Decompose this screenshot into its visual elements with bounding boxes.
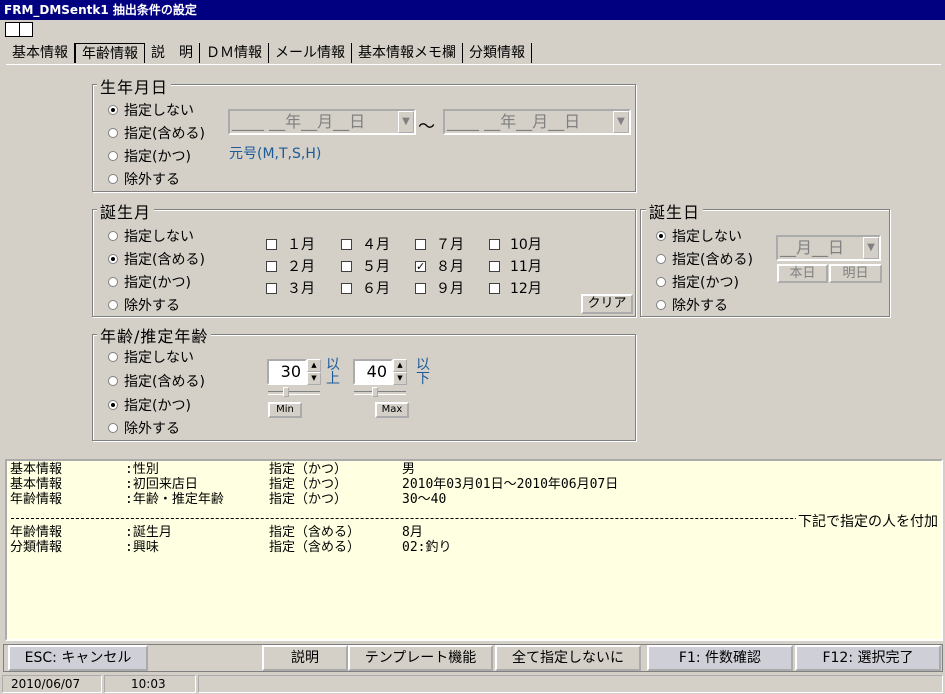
window-title: FRM_DMSentk1 抽出条件の設定 [0,0,945,20]
max-button[interactable]: Max [375,402,409,418]
era-hint: 元号(M,T,S,H) [229,146,322,162]
check-icon: ✓ [415,259,426,273]
summary-row: 分類情報:興味 指定（含める） 02:釣り [10,540,452,555]
tab-panel-border [6,64,941,65]
birthdate-from-combo[interactable]: ____ __年__月__日 ▼ [228,109,416,135]
birthday-radio-and[interactable]: 指定(かつ) [656,272,739,292]
month-checkbox-6[interactable]: ６月 [341,278,390,298]
spin-up-icon[interactable]: ▲ [393,359,407,372]
tomorrow-button[interactable]: 明日 [829,264,882,283]
age-legend: 年齢/推定年齢 [97,323,212,347]
age-max-input[interactable]: 40 [353,359,393,385]
birthdate-radio-include[interactable]: 指定(含める) [108,123,205,143]
today-button[interactable]: 本日 [777,264,828,283]
age-max-slider-thumb[interactable] [372,387,378,397]
status-time: 10:03 [104,675,196,693]
birthdate-radio-exclude[interactable]: 除外する [108,169,180,189]
book-icon[interactable] [5,22,33,37]
min-suffix-1: 以 [326,357,340,373]
birthdate-radio-and[interactable]: 指定(かつ) [108,146,191,166]
birthmonth-radio-exclude[interactable]: 除外する [108,295,180,315]
birthdate-radio-none[interactable]: 指定しない [108,100,194,120]
f12-complete-button[interactable]: F12: 選択完了 [795,645,941,671]
tab-bar: 基本情報 年齢情報 説 明 ＤＭ情報 メール情報 基本情報メモ欄 分類情報 [6,43,532,65]
summary-row: 年齢情報:年齢・推定年齢 指定（かつ） 30～40 [10,492,447,507]
clear-button[interactable]: クリア [581,294,633,314]
summary-row: 年齢情報:誕生月 指定（含める） 8月 [10,525,423,540]
summary-row: 基本情報:初回来店日 指定（かつ） 2010年03月01日～2010年06月07日 [10,477,619,492]
age-min-input[interactable]: 30 [267,359,307,385]
chevron-down-icon: ▼ [613,111,629,133]
month-checkbox-11[interactable]: 11月 [489,256,542,276]
birthmonth-radio-and[interactable]: 指定(かつ) [108,272,191,292]
birthmonth-radio-include[interactable]: 指定(含める) [108,249,205,269]
set-all-none-button[interactable]: 全て指定しないに [495,645,641,671]
age-min-slider-thumb[interactable] [283,387,289,397]
month-checkbox-8[interactable]: ✓ ８月 [415,256,464,276]
tab-basic-memo[interactable]: 基本情報メモ欄 [352,43,463,63]
month-checkbox-1[interactable]: １月 [266,234,315,254]
summary-output[interactable]: 基本情報:性別 指定（かつ）男 基本情報:初回来店日 指定（かつ） 2010年03月0… [5,459,943,641]
month-checkbox-7[interactable]: ７月 [415,234,464,254]
birthdate-to-combo[interactable]: ____ __年__月__日 ▼ [443,109,631,135]
birthmonth-legend: 誕生月 [97,199,155,223]
esc-cancel-button[interactable]: ESC: キャンセル [8,645,148,671]
birthday-radio-include[interactable]: 指定(含める) [656,249,753,269]
spin-down-icon[interactable]: ▼ [307,372,321,385]
month-checkbox-2[interactable]: ２月 [266,256,315,276]
spin-up-icon[interactable]: ▲ [307,359,321,372]
month-checkbox-4[interactable]: ４月 [341,234,390,254]
template-button[interactable]: テンプレート機能 [348,645,493,671]
tab-dm-info[interactable]: ＤＭ情報 [200,43,269,63]
month-checkbox-3[interactable]: ３月 [266,278,315,298]
birthday-radio-exclude[interactable]: 除外する [656,295,728,315]
birthday-legend: 誕生日 [646,199,704,223]
status-panel [198,675,943,693]
max-suffix-1: 以 [416,357,430,373]
month-checkbox-12[interactable]: 12月 [489,278,542,298]
month-checkbox-5[interactable]: ５月 [341,256,390,276]
age-radio-none[interactable]: 指定しない [108,347,194,367]
age-max-slider[interactable] [354,391,406,395]
tab-mail-info[interactable]: メール情報 [269,43,352,63]
tab-category-info[interactable]: 分類情報 [463,43,532,63]
chevron-down-icon: ▼ [398,111,414,133]
birthmonth-radio-none[interactable]: 指定しない [108,226,194,246]
explain-button[interactable]: 説明 [262,645,348,671]
birthdate-legend: 生年月日 [97,74,172,98]
age-radio-exclude[interactable]: 除外する [108,418,180,438]
birthday-radio-none[interactable]: 指定しない [656,226,742,246]
min-suffix-2: 上 [326,371,340,387]
summary-row: 基本情報:性別 指定（かつ）男 [10,462,416,477]
age-radio-include[interactable]: 指定(含める) [108,371,205,391]
tab-basic-info[interactable]: 基本情報 [6,43,75,63]
min-button[interactable]: Min [268,402,302,418]
age-radio-and[interactable]: 指定(かつ) [108,395,191,415]
month-checkbox-10[interactable]: 10月 [489,234,542,254]
f1-count-button[interactable]: F1: 件数確認 [647,645,793,671]
tab-description[interactable]: 説 明 [145,43,200,63]
separator-label: 下記で指定の人を付加 [796,511,938,531]
birthday-date-combo[interactable]: __月__日 ▼ [776,235,881,261]
spin-down-icon[interactable]: ▼ [393,372,407,385]
range-tilde: ～ [418,117,435,137]
age-min-slider[interactable] [268,391,320,395]
status-date: 2010/06/07 [2,675,102,693]
month-checkbox-9[interactable]: ９月 [415,278,464,298]
chevron-down-icon: ▼ [863,237,879,259]
tab-age-info[interactable]: 年齢情報 [75,43,145,63]
max-suffix-2: 下 [416,371,430,387]
